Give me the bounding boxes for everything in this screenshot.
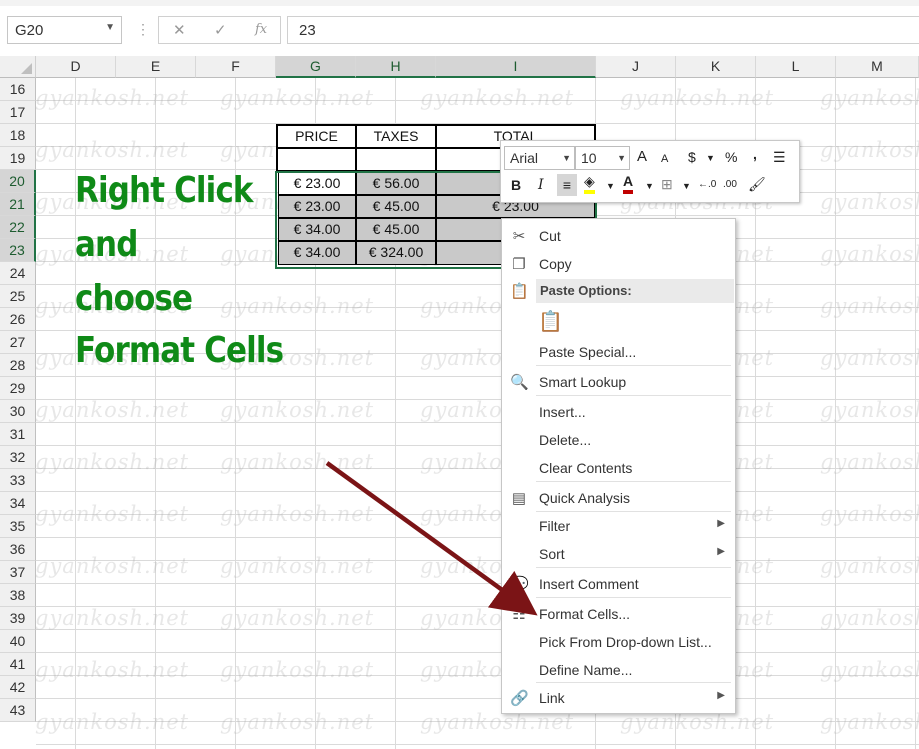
annotation-arrow <box>325 461 538 616</box>
arrow-line <box>325 461 538 616</box>
